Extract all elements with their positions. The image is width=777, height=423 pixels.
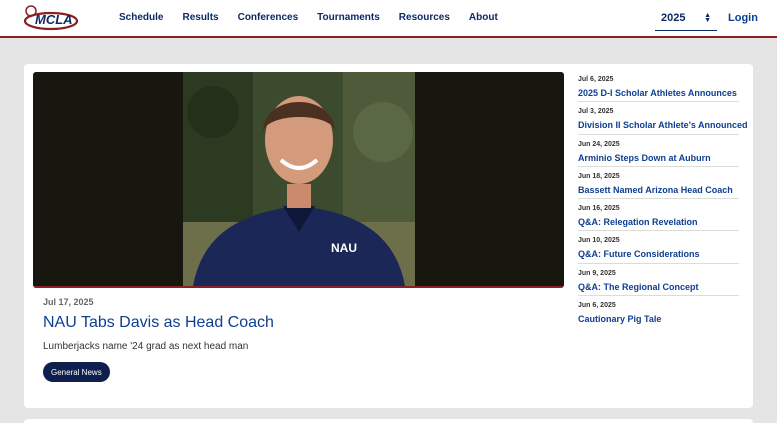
shirt-logo-text: NAU — [331, 241, 357, 255]
news-title[interactable]: Arminio Steps Down at Auburn — [578, 153, 739, 163]
news-date: Jul 3, 2025 — [578, 108, 614, 116]
next-section-card — [24, 419, 753, 423]
featured-subtitle: Lumberjacks name '24 grad as next head m… — [43, 341, 249, 352]
news-title[interactable]: Bassett Named Arizona Head Coach — [578, 185, 739, 195]
news-date: Jul 6, 2025 — [578, 76, 614, 83]
nav-resources[interactable]: Resources — [399, 12, 450, 23]
news-item[interactable]: Jun 16, 2025 Q&A: Relegation Revelation — [578, 199, 739, 232]
main-nav: Schedule Results Conferences Tournaments… — [119, 12, 517, 23]
featured-tag-button[interactable]: General News — [43, 362, 110, 382]
news-title[interactable]: 2025 D-I Scholar Athletes Announces — [578, 88, 739, 98]
news-item[interactable]: Jun 9, 2025 Q&A: The Regional Concept — [578, 264, 739, 297]
news-card: NAU Jul 17, 2025 NAU Tabs Davis as Head … — [24, 64, 753, 408]
season-select[interactable]: 2025 ▲ ▼ — [655, 6, 717, 31]
news-date: Jun 18, 2025 — [578, 172, 620, 180]
nav-results[interactable]: Results — [182, 12, 218, 23]
news-date: Jun 24, 2025 — [578, 140, 620, 148]
news-date: Jun 10, 2025 — [578, 237, 620, 245]
mcla-logo[interactable]: MCLA — [23, 4, 85, 32]
news-title[interactable]: Q&A: Future Considerations — [578, 249, 739, 259]
logo-text: MCLA — [35, 12, 73, 27]
featured-title[interactable]: NAU Tabs Davis as Head Coach — [43, 314, 274, 332]
nav-tournaments[interactable]: Tournaments — [317, 12, 380, 23]
news-item[interactable]: Jul 3, 2025 Division II Scholar Athlete'… — [578, 102, 748, 135]
nav-about[interactable]: About — [469, 12, 498, 23]
news-item[interactable]: Jul 6, 2025 2025 D-I Scholar Athletes An… — [578, 70, 739, 103]
nav-conferences[interactable]: Conferences — [238, 12, 299, 23]
news-item[interactable]: Jun 10, 2025 Q&A: Future Considerations — [578, 231, 739, 264]
news-item[interactable]: Jun 6, 2025 Cautionary Pig Tale — [578, 296, 739, 328]
news-title[interactable]: Q&A: Relegation Revelation — [578, 217, 739, 227]
news-title[interactable]: Q&A: The Regional Concept — [578, 282, 739, 292]
coach-photo: NAU — [183, 72, 415, 286]
featured-image[interactable]: NAU — [33, 72, 564, 288]
news-list: Jul 6, 2025 2025 D-I Scholar Athletes An… — [578, 70, 748, 328]
news-title[interactable]: Division II Scholar Athlete's Announced — [578, 120, 748, 130]
news-date: Jun 16, 2025 — [578, 205, 620, 213]
login-link[interactable]: Login — [728, 12, 758, 24]
news-title[interactable]: Cautionary Pig Tale — [578, 314, 739, 324]
select-arrows-icon: ▲ ▼ — [704, 12, 711, 24]
featured-date: Jul 17, 2025 — [43, 297, 94, 307]
news-item[interactable]: Jun 24, 2025 Arminio Steps Down at Aubur… — [578, 135, 739, 167]
news-date: Jun 9, 2025 — [578, 269, 616, 277]
news-item[interactable]: Jun 18, 2025 Bassett Named Arizona Head … — [578, 167, 739, 200]
season-value: 2025 — [661, 12, 686, 24]
top-navbar: MCLA Schedule Results Conferences Tourna… — [0, 0, 777, 38]
nav-schedule[interactable]: Schedule — [119, 12, 163, 23]
news-date: Jun 6, 2025 — [578, 302, 616, 310]
